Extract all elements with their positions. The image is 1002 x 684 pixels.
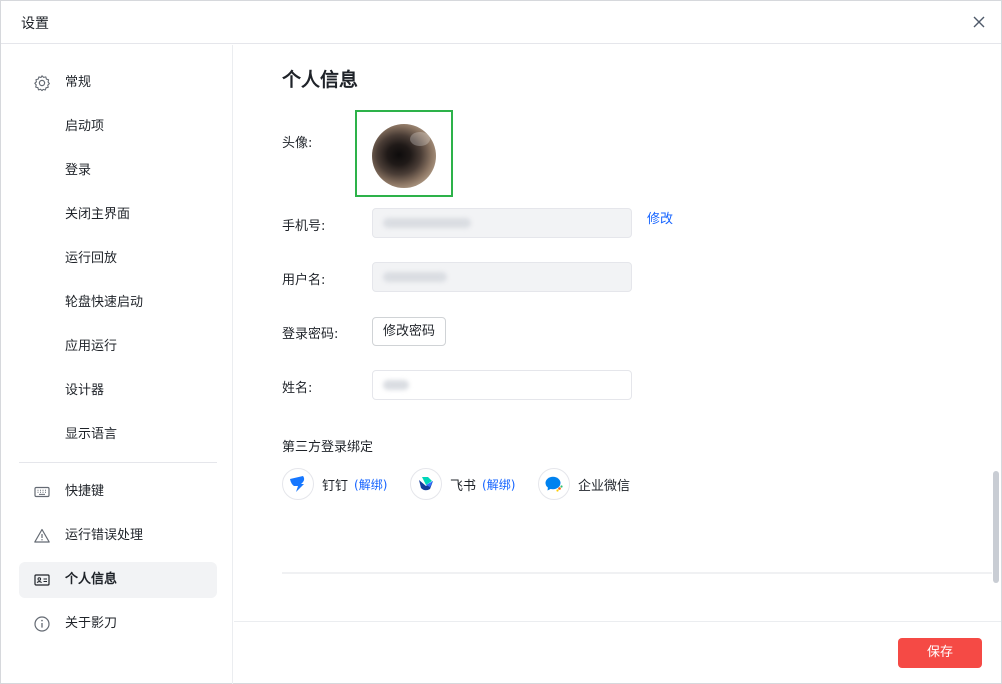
sidebar-item-label: 启动项 [65, 119, 105, 134]
sidebar-item-label: 运行错误处理 [65, 528, 144, 543]
warning-icon [33, 527, 51, 545]
avatar[interactable] [372, 124, 436, 188]
sidebar-item-label: 设计器 [65, 383, 105, 398]
sidebar-item-about[interactable]: 关于影刀 [19, 606, 217, 642]
avatar-label: 头像: [282, 136, 313, 151]
username-field [372, 262, 632, 292]
scrollbar-thumb[interactable] [993, 471, 999, 583]
feishu-icon [410, 468, 442, 500]
title-bar: 设置 [1, 1, 1001, 44]
wecom-icon [538, 468, 570, 500]
avatar-frame[interactable] [355, 110, 453, 197]
sidebar-divider [19, 462, 217, 463]
window-title: 设置 [21, 16, 49, 32]
personal-info-panel: 个人信息 头像: 手机号: 修改 用户名: 登录密码: 修改密码 姓名: 第三方… [234, 45, 1001, 621]
username-value-masked [383, 272, 447, 282]
save-button[interactable]: 保存 [898, 638, 982, 668]
feishu-binding: 飞书 (解绑) [410, 468, 515, 500]
phone-field [372, 208, 632, 238]
id-card-icon [33, 571, 51, 589]
sidebar-item-close-main[interactable]: 关闭主界面 [19, 197, 217, 233]
dialog-footer: 保存 [234, 621, 1001, 684]
settings-sidebar: 常规 启动项 登录 关闭主界面 运行回放 轮盘快速启动 应用运行 设计器 显示语… [1, 45, 233, 684]
name-input[interactable] [372, 370, 632, 400]
close-icon [973, 16, 985, 28]
sidebar-item-wheel-launch[interactable]: 轮盘快速启动 [19, 285, 217, 321]
sidebar-item-label: 应用运行 [65, 339, 118, 354]
sidebar-item-label: 快捷键 [65, 484, 105, 499]
sidebar-item-label: 个人信息 [65, 572, 118, 587]
keyboard-icon [33, 483, 51, 501]
wecom-binding[interactable]: 企业微信 [538, 468, 630, 500]
page-title: 个人信息 [282, 69, 359, 91]
sidebar-item-replay[interactable]: 运行回放 [19, 241, 217, 277]
sidebar-item-startup[interactable]: 启动项 [19, 109, 217, 145]
sidebar-item-label: 常规 [65, 75, 92, 90]
sidebar-item-app-run[interactable]: 应用运行 [19, 329, 217, 365]
sidebar-item-login[interactable]: 登录 [19, 153, 217, 189]
settings-window: 设置 常规 启动项 登录 关闭主界面 运行回放 轮盘快速启动 应用运行 设计器 … [0, 0, 1002, 684]
sidebar-item-label: 登录 [65, 163, 92, 178]
feishu-unbind-link[interactable]: (解绑) [482, 476, 515, 493]
sidebar-item-label: 关闭主界面 [65, 207, 131, 222]
username-label: 用户名: [282, 273, 326, 288]
sidebar-item-personal-info[interactable]: 个人信息 [19, 562, 217, 598]
sidebar-item-language[interactable]: 显示语言 [19, 417, 217, 453]
feishu-name: 飞书 [450, 478, 477, 494]
info-icon [33, 615, 51, 633]
dingtalk-name: 钉钉 [322, 478, 349, 494]
section-divider [282, 572, 992, 574]
sidebar-item-shortcuts[interactable]: 快捷键 [19, 474, 217, 510]
sidebar-item-general[interactable]: 常规 [19, 65, 217, 101]
dingtalk-binding: 钉钉 (解绑) [282, 468, 387, 500]
sidebar-item-label: 运行回放 [65, 251, 118, 266]
sidebar-item-designer[interactable]: 设计器 [19, 373, 217, 409]
close-button[interactable] [969, 12, 989, 32]
sidebar-item-label: 轮盘快速启动 [65, 295, 144, 310]
name-value-masked [383, 380, 409, 390]
phone-label: 手机号: [282, 219, 326, 234]
name-label: 姓名: [282, 381, 313, 396]
phone-value-masked [383, 218, 471, 228]
sidebar-item-label: 显示语言 [65, 427, 118, 442]
wecom-name: 企业微信 [578, 478, 631, 494]
password-label: 登录密码: [282, 327, 339, 342]
dingtalk-icon [282, 468, 314, 500]
change-password-button[interactable]: 修改密码 [372, 317, 446, 346]
sidebar-item-error-handling[interactable]: 运行错误处理 [19, 518, 217, 554]
gear-icon [33, 74, 51, 92]
dingtalk-unbind-link[interactable]: (解绑) [354, 476, 387, 493]
edit-phone-link[interactable]: 修改 [647, 208, 673, 227]
sidebar-item-label: 关于影刀 [65, 616, 118, 631]
third-party-title: 第三方登录绑定 [282, 440, 374, 455]
